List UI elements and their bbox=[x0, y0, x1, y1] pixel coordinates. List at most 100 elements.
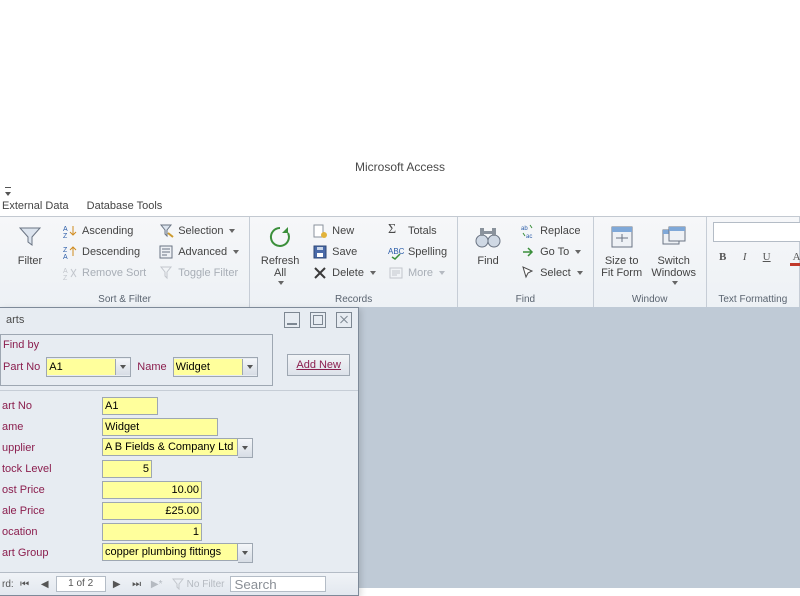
cost-field[interactable] bbox=[102, 481, 202, 499]
chevron-down-icon[interactable] bbox=[238, 438, 253, 458]
prev-record-button[interactable]: ◀ bbox=[36, 575, 54, 593]
minimize-icon[interactable] bbox=[284, 312, 300, 328]
close-icon[interactable] bbox=[336, 312, 352, 328]
more-button[interactable]: More bbox=[384, 263, 451, 283]
chevron-down-icon[interactable] bbox=[115, 359, 130, 375]
add-new-button[interactable]: Add New bbox=[287, 354, 350, 376]
advanced-button[interactable]: Advanced bbox=[154, 242, 243, 262]
spelling-button[interactable]: ABCSpelling bbox=[384, 242, 451, 262]
stock-label: tock Level bbox=[0, 463, 102, 475]
name-label: ame bbox=[0, 421, 102, 433]
toggle-filter-icon bbox=[158, 265, 174, 281]
italic-button[interactable]: I bbox=[735, 247, 755, 267]
sale-label: ale Price bbox=[0, 505, 102, 517]
filter-button[interactable]: Filter bbox=[6, 219, 54, 267]
group-label: art Group bbox=[0, 547, 102, 559]
selection-button[interactable]: Selection bbox=[154, 221, 243, 241]
group-field[interactable] bbox=[102, 543, 238, 561]
size-to-fit-icon bbox=[606, 221, 638, 253]
svg-text:A: A bbox=[63, 268, 68, 275]
name-field[interactable] bbox=[102, 418, 218, 436]
tab-database-tools[interactable]: Database Tools bbox=[87, 200, 163, 212]
sort-asc-icon: AZ bbox=[62, 223, 78, 239]
refresh-all-button[interactable]: Refresh All bbox=[256, 219, 304, 285]
find-by-legend: Find by bbox=[3, 339, 266, 351]
svg-text:ab: ab bbox=[521, 226, 528, 232]
location-field[interactable] bbox=[102, 523, 202, 541]
toggle-filter-button[interactable]: Toggle Filter bbox=[154, 263, 243, 283]
font-name-combo[interactable] bbox=[713, 222, 800, 242]
replace-icon: abac bbox=[520, 223, 536, 239]
selection-icon bbox=[158, 223, 174, 239]
no-filter-indicator: No Filter bbox=[172, 578, 225, 590]
findby-partno-combo[interactable] bbox=[46, 357, 131, 377]
record-position[interactable]: 1 of 2 bbox=[56, 576, 106, 592]
group-records: Refresh All New Save Delete ΣTotals ABCS… bbox=[250, 217, 458, 307]
workspace: arts Find by Part No Name Add New art No bbox=[0, 307, 800, 588]
details-section: art No ame upplier tock Level ost Price … bbox=[0, 390, 358, 572]
goto-icon bbox=[520, 244, 536, 260]
svg-text:Z: Z bbox=[63, 247, 68, 254]
sale-field[interactable] bbox=[102, 502, 202, 520]
chevron-down-icon[interactable] bbox=[238, 543, 253, 563]
group-combo[interactable] bbox=[102, 543, 253, 563]
delete-record-button[interactable]: Delete bbox=[308, 263, 380, 283]
save-icon bbox=[312, 244, 328, 260]
next-record-button[interactable]: ▶ bbox=[108, 575, 126, 593]
advanced-icon bbox=[158, 244, 174, 260]
remove-sort-button[interactable]: AZRemove Sort bbox=[58, 263, 150, 283]
goto-button[interactable]: Go To bbox=[516, 242, 587, 262]
supplier-label: upplier bbox=[0, 442, 102, 454]
remove-sort-icon: AZ bbox=[62, 265, 78, 281]
tab-external-data[interactable]: External Data bbox=[2, 200, 69, 212]
group-window: Size to Fit Form Switch Windows Window bbox=[594, 217, 707, 307]
size-to-fit-button[interactable]: Size to Fit Form bbox=[600, 219, 644, 279]
funnel-icon bbox=[14, 221, 46, 253]
record-search-input[interactable] bbox=[230, 576, 326, 592]
partno-field[interactable] bbox=[102, 397, 158, 415]
supplier-field[interactable] bbox=[102, 438, 238, 456]
group-find: Find abacReplace Go To Select Find bbox=[458, 217, 594, 307]
new-record-nav-button[interactable]: ▶* bbox=[148, 575, 166, 593]
svg-text:A: A bbox=[63, 226, 68, 233]
find-button[interactable]: Find bbox=[464, 219, 512, 267]
refresh-icon bbox=[264, 221, 296, 253]
font-color-button[interactable]: A bbox=[787, 247, 800, 267]
bold-button[interactable]: B bbox=[713, 247, 733, 267]
svg-text:ABC: ABC bbox=[388, 247, 404, 256]
switch-windows-icon bbox=[658, 221, 690, 253]
switch-windows-button[interactable]: Switch Windows bbox=[648, 219, 700, 285]
underline-button[interactable]: U bbox=[757, 247, 777, 267]
totals-button[interactable]: ΣTotals bbox=[384, 221, 451, 241]
supplier-combo[interactable] bbox=[102, 438, 253, 458]
qat-customize-dropdown[interactable] bbox=[4, 183, 16, 197]
group-text-formatting: 123 B I U A Text Form bbox=[707, 217, 800, 307]
stock-field[interactable] bbox=[102, 460, 152, 478]
last-record-button[interactable]: ⏭ bbox=[128, 575, 146, 593]
sort-desc-icon: ZA bbox=[62, 244, 78, 260]
record-navigator: rd: ⏮ ◀ 1 of 2 ▶ ⏭ ▶* No Filter bbox=[0, 572, 358, 595]
select-button[interactable]: Select bbox=[516, 263, 587, 283]
delete-icon bbox=[312, 265, 328, 281]
new-record-button[interactable]: New bbox=[308, 221, 380, 241]
descending-button[interactable]: ZADescending bbox=[58, 242, 150, 262]
svg-text:A: A bbox=[63, 254, 68, 260]
findby-name-combo[interactable] bbox=[173, 357, 258, 377]
findby-name-input[interactable] bbox=[174, 359, 242, 375]
ascending-button[interactable]: AZAscending bbox=[58, 221, 150, 241]
sigma-icon: Σ bbox=[388, 223, 404, 239]
svg-text:Z: Z bbox=[63, 233, 68, 239]
replace-button[interactable]: abacReplace bbox=[516, 221, 587, 241]
find-by-box: Find by Part No Name bbox=[0, 334, 273, 386]
binoculars-icon bbox=[472, 221, 504, 253]
maximize-icon[interactable] bbox=[310, 312, 326, 328]
parts-form-window: arts Find by Part No Name Add New art No bbox=[0, 307, 359, 596]
chevron-down-icon[interactable] bbox=[242, 359, 257, 375]
spelling-icon: ABC bbox=[388, 244, 404, 260]
group-sort-filter: Filter AZAscending ZADescending AZRemove… bbox=[0, 217, 250, 307]
select-icon bbox=[520, 265, 536, 281]
funnel-small-icon bbox=[172, 578, 184, 590]
first-record-button[interactable]: ⏮ bbox=[16, 575, 34, 593]
save-record-button[interactable]: Save bbox=[308, 242, 380, 262]
findby-partno-input[interactable] bbox=[47, 359, 115, 375]
